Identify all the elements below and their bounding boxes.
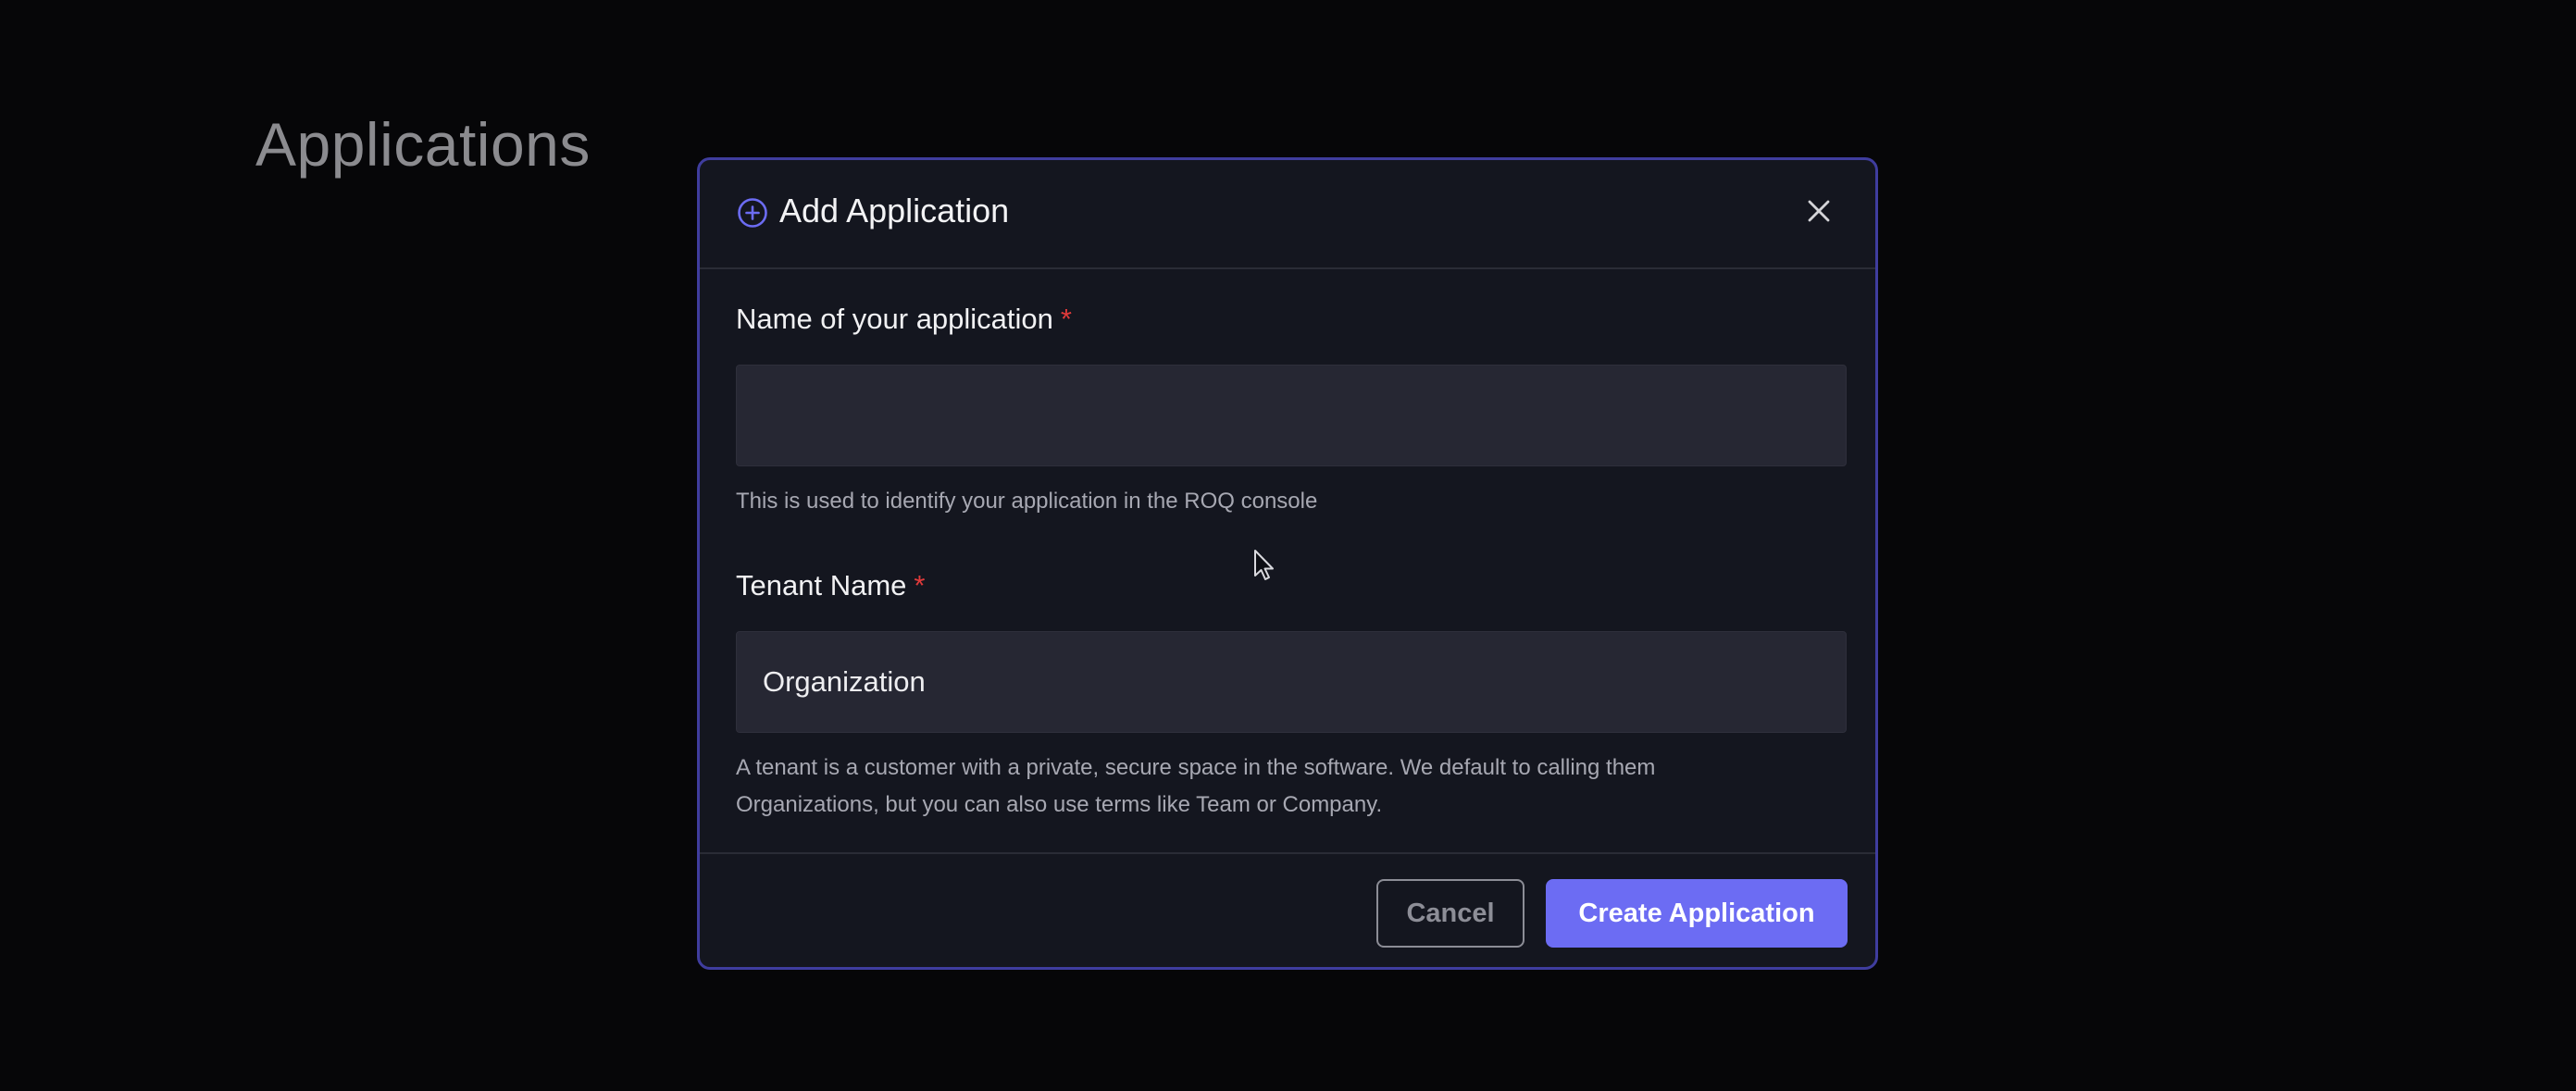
footer-divider <box>700 852 1875 854</box>
dialog-header: Add Application <box>700 160 1875 269</box>
tenant-name-help: A tenant is a customer with a private, s… <box>736 755 1656 817</box>
plus-circle-icon <box>737 197 768 229</box>
tenant-name-label-text: Tenant Name <box>736 569 907 601</box>
tenant-name-label: Tenant Name * <box>736 567 925 604</box>
app-name-label-text: Name of your application <box>736 303 1053 335</box>
page: Applications Add Application Name of you… <box>0 0 2576 1091</box>
dialog-title: Add Application <box>779 192 1010 229</box>
required-asterisk: * <box>1060 303 1072 335</box>
page-title: Applications <box>255 110 591 179</box>
mouse-pointer-icon <box>1253 549 1277 582</box>
app-name-label: Name of your application * <box>736 301 1072 338</box>
app-name-help: This is used to identify your applicatio… <box>736 489 1318 514</box>
create-application-button[interactable]: Create Application <box>1546 879 1848 948</box>
tenant-name-input[interactable] <box>736 631 1847 733</box>
app-name-input[interactable] <box>736 365 1847 466</box>
cancel-button[interactable]: Cancel <box>1376 879 1524 948</box>
close-icon[interactable] <box>1803 195 1835 227</box>
add-application-dialog: Add Application Name of your application… <box>697 157 1878 970</box>
required-asterisk: * <box>914 569 926 601</box>
